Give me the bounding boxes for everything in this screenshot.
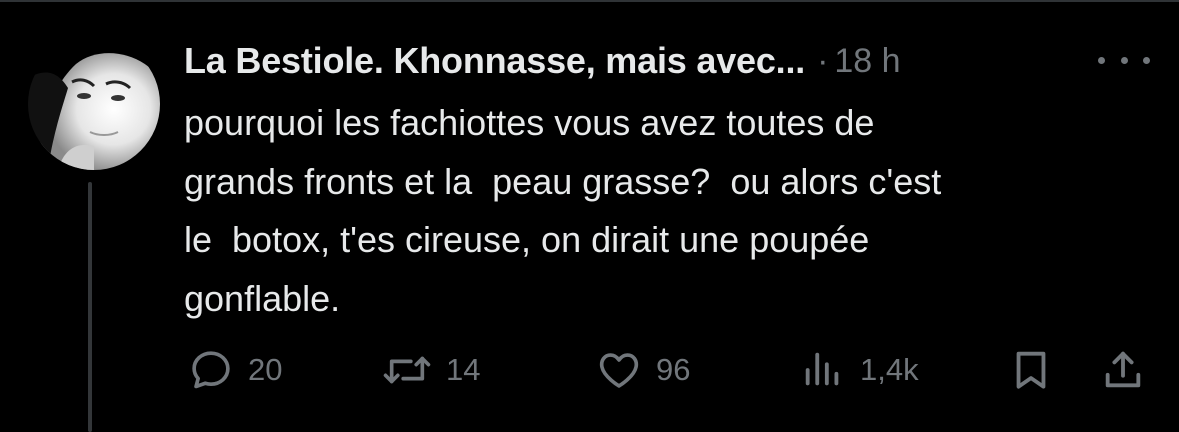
views-button[interactable]: 1,4k — [800, 344, 919, 396]
more-horizontal-icon — [1098, 56, 1105, 64]
header-separator: · — [817, 41, 829, 80]
share-icon — [1105, 351, 1141, 388]
reply-icon — [192, 351, 230, 389]
profile-photo-icon — [28, 38, 160, 170]
like-count: 96 — [656, 352, 691, 387]
reply-count: 20 — [248, 352, 283, 387]
views-count: 1,4k — [860, 352, 919, 387]
more-horizontal-icon-dot — [1143, 56, 1150, 64]
timestamp[interactable]: 18 h — [834, 42, 900, 81]
share-button[interactable] — [1100, 344, 1146, 396]
like-button[interactable]: 96 — [596, 344, 690, 396]
more-options-button[interactable] — [1098, 50, 1150, 70]
repost-button[interactable]: 14 — [382, 344, 480, 396]
action-bar: 20 14 96 1,4k — [0, 344, 1179, 396]
bookmark-icon — [1016, 351, 1046, 389]
top-divider — [0, 0, 1179, 2]
views-icon — [805, 352, 839, 386]
heart-icon — [599, 353, 639, 388]
avatar[interactable] — [28, 38, 160, 170]
author-name[interactable]: La Bestiole. Khonnasse, mais avec... — [184, 40, 805, 82]
repost-count: 14 — [446, 352, 481, 387]
repost-icon — [383, 356, 431, 384]
reply-button[interactable]: 20 — [188, 344, 282, 396]
more-horizontal-icon-dot — [1120, 56, 1128, 64]
tweet-text: pourquoi les fachiottes vous avez toutes… — [184, 102, 942, 319]
bookmark-button[interactable] — [1008, 344, 1054, 396]
tweet-header: La Bestiole. Khonnasse, mais avec... · 1… — [184, 36, 901, 86]
